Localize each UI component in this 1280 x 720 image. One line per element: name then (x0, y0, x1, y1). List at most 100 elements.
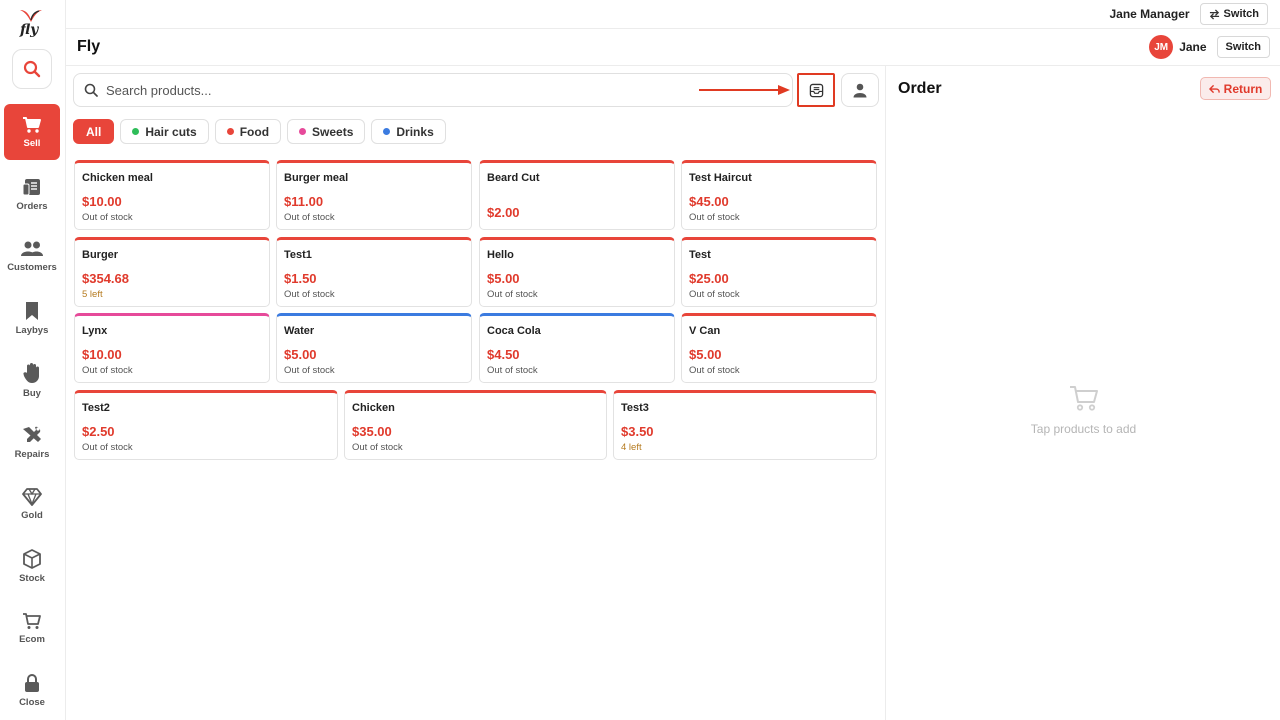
current-user-name: Jane Manager (1109, 7, 1190, 21)
empty-cart-icon (1070, 386, 1098, 411)
switch-label: Switch (1225, 41, 1261, 53)
product-card[interactable]: Chicken $35.00 Out of stock (344, 390, 607, 460)
sidebar-item-customers[interactable]: Customers (4, 228, 60, 284)
return-label: Return (1223, 81, 1263, 96)
product-card[interactable]: Test1 $1.50 Out of stock (276, 237, 472, 307)
filter-drinks[interactable]: Drinks (371, 119, 446, 144)
order-panel: Order Return Tap products to add (885, 66, 1280, 720)
product-card[interactable]: Coca Cola $4.50 Out of stock (479, 313, 675, 383)
sidebar-item-buy[interactable]: Buy (4, 352, 60, 408)
users-icon (21, 241, 43, 256)
product-card[interactable]: V Can $5.00 Out of stock (681, 313, 877, 383)
select-customer-button[interactable] (841, 73, 879, 107)
empty-order-message: Tap products to add (1030, 422, 1137, 436)
product-card[interactable]: Test $25.00 Out of stock (681, 237, 877, 307)
product-stock: Out of stock (689, 212, 740, 223)
lock-icon (25, 673, 39, 692)
product-card[interactable]: Chicken meal $10.00 Out of stock (74, 160, 270, 230)
product-name: Chicken meal (82, 172, 153, 184)
product-card[interactable]: Burger meal $11.00 Out of stock (276, 160, 472, 230)
avatar[interactable]: JM (1149, 35, 1174, 59)
product-name: V Can (689, 325, 721, 337)
product-price: $3.50 (621, 424, 654, 439)
product-stock: Out of stock (352, 442, 403, 453)
product-search (73, 73, 793, 107)
diamond-icon (22, 487, 42, 506)
sidebar-item-repairs[interactable]: Repairs (4, 414, 60, 470)
product-card[interactable]: Beard Cut $2.00 (479, 160, 675, 230)
filter-label: Food (239, 124, 270, 139)
filter-food[interactable]: Food (214, 119, 282, 144)
sidebar-item-label: Customers (7, 261, 57, 273)
switch-user-button[interactable]: Switch (1199, 3, 1268, 25)
product-stock: Out of stock (284, 289, 335, 300)
filter-label: Drinks (396, 124, 434, 139)
product-price: $11.00 (284, 194, 324, 209)
swap-icon (1209, 8, 1219, 20)
user-short-name: Jane (1179, 40, 1207, 54)
product-stock: Out of stock (689, 365, 740, 376)
product-name: Burger (82, 249, 119, 261)
return-icon (1208, 84, 1220, 93)
product-stock: Out of stock (689, 289, 740, 300)
sidebar-item-ecom[interactable]: Ecom (4, 600, 60, 656)
top-bar: Jane Manager Switch (66, 0, 1280, 29)
product-name: Water (284, 325, 315, 337)
tools-icon (23, 426, 41, 442)
product-card[interactable]: Test3 $3.50 4 left (613, 390, 877, 460)
filter-sweets[interactable]: Sweets (287, 119, 366, 144)
bookmark-icon (26, 301, 38, 320)
sidebar-item-laybys[interactable]: Laybys (4, 290, 60, 346)
inbox-button[interactable] (797, 73, 835, 107)
product-name: Test (689, 249, 711, 261)
inbox-icon (809, 83, 823, 97)
product-name: Test1 (284, 249, 312, 261)
product-price: $25.00 (689, 271, 729, 286)
filter-all[interactable]: All (73, 119, 115, 144)
product-card[interactable]: Hello $5.00 Out of stock (479, 237, 675, 307)
product-card[interactable]: Burger $354.68 5 left (74, 237, 270, 307)
cart-icon (23, 116, 41, 133)
product-price: $5.00 (487, 271, 520, 286)
product-price: $10.00 (82, 194, 122, 209)
product-price: $35.00 (352, 424, 392, 439)
sidebar-item-label: Stock (19, 572, 45, 584)
product-price: $1.50 (284, 271, 317, 286)
sidebar-item-stock[interactable]: Stock (4, 538, 60, 594)
product-price: $2.00 (487, 205, 520, 220)
product-name: Lynx (82, 325, 108, 337)
product-card[interactable]: Lynx $10.00 Out of stock (74, 313, 270, 383)
product-card[interactable]: Test2 $2.50 Out of stock (74, 390, 338, 460)
person-icon (853, 83, 867, 97)
header-switch-button[interactable]: Switch (1216, 36, 1270, 58)
logo-text: fly (20, 22, 39, 38)
product-price: $10.00 (82, 347, 122, 362)
product-name: Hello (487, 249, 514, 261)
sidebar-item-label: Ecom (19, 633, 45, 645)
product-stock: Out of stock (82, 212, 133, 223)
sidebar-search-button[interactable] (12, 49, 52, 89)
sidebar-item-label: Repairs (14, 448, 50, 460)
product-price: $5.00 (689, 347, 722, 362)
product-card[interactable]: Test Haircut $45.00 Out of stock (681, 160, 877, 230)
page-title: Fly (77, 38, 101, 55)
product-name: Test Haircut (689, 172, 752, 184)
search-input[interactable] (106, 82, 666, 98)
product-name: Burger meal (284, 172, 349, 184)
product-price: $45.00 (689, 194, 729, 209)
return-button[interactable]: Return (1200, 77, 1271, 100)
product-price: $4.50 (487, 347, 520, 362)
sidebar-item-label: Gold (21, 509, 43, 521)
sidebar-item-sell[interactable]: Sell (4, 104, 60, 160)
shopping-cart-icon (23, 612, 41, 629)
page-header: Fly JM Jane Switch (66, 29, 1280, 66)
product-card[interactable]: Water $5.00 Out of stock (276, 313, 472, 383)
receipt-icon (22, 178, 40, 195)
sidebar-item-close[interactable]: Close (4, 662, 60, 718)
sidebar-item-gold[interactable]: Gold (4, 476, 60, 532)
filter-hair-cuts[interactable]: Hair cuts (120, 119, 209, 144)
switch-label: Switch (1223, 8, 1259, 20)
sidebar-item-orders[interactable]: Orders (4, 166, 60, 222)
category-dot (299, 128, 307, 135)
category-dot (226, 128, 234, 135)
